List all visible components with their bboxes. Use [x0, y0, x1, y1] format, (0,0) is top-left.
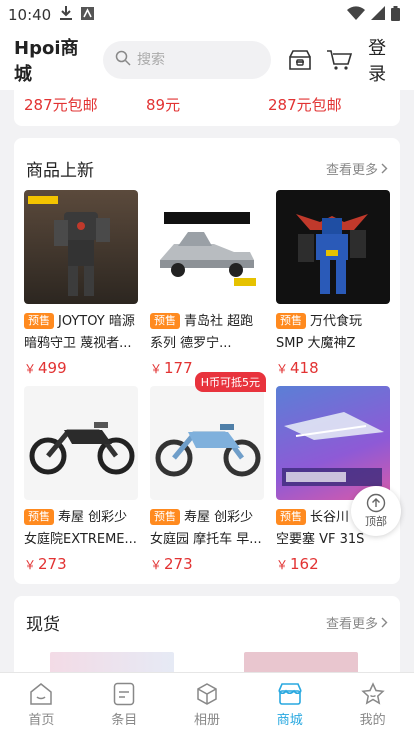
section-title-in-stock: 现货: [26, 614, 60, 635]
tab-album[interactable]: 相册: [166, 673, 249, 736]
product-name: 预售 寿屋 创彩少女庭园 摩托车 早...: [150, 507, 264, 551]
chevron-right-icon: [381, 163, 388, 173]
product-image-motorcycle-blue: H币可抵5元: [150, 372, 266, 500]
product-image-model-kit: [276, 386, 390, 500]
album-icon: [197, 682, 217, 705]
back-to-top-label: 顶部: [365, 515, 387, 528]
view-more-label: 查看更多: [325, 616, 378, 632]
product-item[interactable]: 预售长谷川 超时空要塞 VF 31S 美... ￥162: [276, 386, 390, 582]
prev-item-price: 89元: [146, 96, 181, 114]
product-price: ￥ 273: [150, 555, 264, 573]
bottom-tab-bar: 首页 条目 相册 商城 我的: [0, 672, 414, 736]
home-icon: [30, 682, 53, 705]
in-stock-card: 现货 查看更多: [14, 596, 400, 672]
product-name: 预售 JOYTOY 暗源 暗鸦守卫 蔑视者...: [24, 311, 138, 355]
tab-label: 相册: [193, 712, 220, 728]
list-icon: [113, 682, 135, 705]
download-icon: [59, 5, 73, 25]
back-to-top-button[interactable]: 顶部: [351, 486, 401, 536]
wifi-icon: [347, 6, 365, 24]
presale-tag: 预售: [150, 509, 180, 525]
search-box[interactable]: [103, 41, 272, 79]
tab-home[interactable]: 首页: [0, 673, 83, 736]
top-header: Hpoi商城 登录: [0, 30, 414, 90]
cart-button[interactable]: [326, 45, 353, 75]
product-item[interactable]: H币可抵5元 预售 寿屋 创彩少女庭园 摩托车 早... ￥ 273: [150, 372, 266, 582]
chevron-right-icon: [381, 617, 388, 627]
presale-tag: 预售: [24, 509, 54, 525]
status-time: 10:40: [8, 6, 52, 24]
app-notification-icon: [81, 6, 95, 24]
previous-section-card: 287元包邮 89元 287元包邮: [14, 90, 400, 126]
tab-label: 我的: [359, 712, 386, 728]
in-stock-image: [50, 652, 174, 672]
presale-tag: 预售: [276, 313, 306, 329]
section-title-new: 商品上新: [26, 160, 94, 181]
product-price: ￥ 162: [276, 555, 390, 573]
product-price: ￥ 273: [24, 555, 138, 573]
product-image-mech: [24, 190, 138, 304]
search-icon: [115, 50, 137, 70]
tab-profile[interactable]: 我的: [331, 673, 414, 736]
tab-entries[interactable]: 条目: [83, 673, 166, 736]
coin-discount-badge: H币可抵5元: [194, 372, 266, 392]
presale-tag: 预售: [276, 509, 306, 525]
in-stock-image: [244, 652, 358, 672]
product-name: 预售 寿屋 创彩少女庭院EXTREME...: [24, 507, 138, 551]
arrow-up-circle-icon: [366, 493, 386, 513]
search-input[interactable]: [137, 52, 248, 68]
presale-tag: 预售: [24, 313, 54, 329]
product-item[interactable]: 预售 寿屋 创彩少女庭院EXTREME... ￥ 273: [24, 386, 138, 582]
price-value: 162: [290, 555, 319, 573]
battery-icon: [391, 5, 400, 25]
view-more-in-stock[interactable]: 查看更多: [326, 613, 388, 632]
brand-title: Hpoi商城: [14, 38, 79, 85]
tab-shop[interactable]: 商城: [248, 673, 331, 736]
currency-symbol: ￥: [276, 362, 289, 376]
price-value: 418: [290, 359, 319, 377]
coupon-button[interactable]: [287, 45, 314, 75]
price-value: 273: [38, 555, 67, 573]
product-item[interactable]: 预售万代食玩 SMP 大魔神Z Fire... ￥418: [276, 190, 390, 386]
tab-label: 首页: [28, 712, 55, 728]
product-image-motorcycle-black: [24, 386, 138, 500]
product-item[interactable]: 预售 JOYTOY 暗源 暗鸦守卫 蔑视者... ￥ 499: [24, 190, 138, 386]
tab-label: 条目: [111, 712, 138, 728]
currency-symbol: ￥: [24, 362, 37, 376]
presale-tag: 预售: [150, 313, 180, 329]
product-name: 预售万代食玩 SMP 大魔神Z Fire...: [276, 311, 390, 355]
product-item[interactable]: 预售 青岛社 超跑系列 德罗宁... ￥ 177: [150, 190, 264, 386]
status-bar: 10:40: [0, 0, 414, 30]
tab-label: 商城: [276, 712, 303, 728]
cart-icon: [326, 50, 352, 70]
new-products-card: 商品上新 查看更多 预售 JOYTOY 暗源 暗鸦守卫 蔑视者... ￥ 499…: [14, 138, 400, 584]
shop-icon: [278, 682, 302, 705]
price-value: 177: [164, 359, 193, 377]
prev-item-price: 287元包邮: [24, 96, 98, 114]
view-more-label: 查看更多: [325, 162, 378, 178]
currency-symbol: ￥: [150, 558, 163, 572]
coupon-icon: [289, 50, 312, 70]
price-value: 273: [164, 555, 193, 573]
product-image-car: [150, 190, 264, 304]
main-content[interactable]: 287元包邮 89元 287元包邮 商品上新 查看更多 预售 JOYTOY 暗源…: [0, 90, 414, 672]
view-more-new[interactable]: 查看更多: [326, 159, 388, 178]
product-price: ￥ 418: [276, 359, 390, 377]
prev-item-price: 287元包邮: [268, 96, 342, 114]
product-image-robot: [276, 190, 390, 304]
price-value: 499: [38, 359, 67, 377]
product-price: ￥ 499: [24, 359, 138, 377]
profile-icon: [360, 681, 385, 705]
signal-icon: [371, 6, 385, 24]
currency-symbol: ￥: [150, 362, 163, 376]
currency-symbol: ￥: [276, 558, 289, 572]
product-name: 预售 青岛社 超跑系列 德罗宁...: [150, 311, 264, 355]
login-button[interactable]: 登录: [368, 34, 400, 86]
currency-symbol: ￥: [24, 558, 37, 572]
